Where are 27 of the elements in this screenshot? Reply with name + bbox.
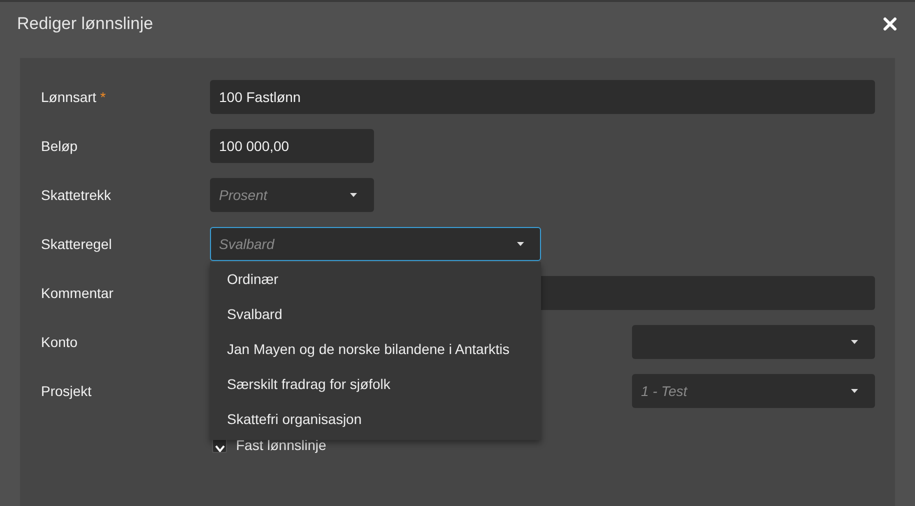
required-mark: * [100, 89, 106, 105]
dropdown-field[interactable] [632, 325, 875, 359]
field-label: Skattetrekk [41, 187, 112, 203]
dropdown-option[interactable]: Ordinær [210, 262, 541, 297]
caret-icon [350, 193, 357, 197]
field-label: Beløp [41, 138, 78, 154]
caret-icon [851, 340, 858, 344]
dialog-title: Rediger lønnslinje [17, 14, 154, 34]
input-field[interactable]: 100 Fastlønn [210, 80, 875, 114]
dropdown-option[interactable]: Skattefri organisasjon [210, 402, 541, 437]
dropdown-option[interactable]: Særskilt fradrag for sjøfolk [210, 367, 541, 402]
dropdown-field[interactable]: 1 - Test [632, 374, 875, 408]
input-field[interactable]: 100 000,00 [210, 129, 374, 163]
field-label: Lønnsart [41, 89, 96, 105]
checkmark-icon [214, 444, 224, 452]
caret-icon [851, 389, 858, 393]
checkbox-label: Fast lønnslinje [236, 437, 326, 453]
field-label: Kommentar [41, 285, 114, 301]
dropdown-field[interactable]: Svalbard [210, 227, 541, 261]
field-label: Konto [41, 334, 78, 350]
field-label: Skatteregel [41, 236, 112, 252]
field-label: Prosjekt [41, 383, 92, 399]
close-icon[interactable] [883, 17, 897, 31]
dropdown-field[interactable]: Prosent [210, 178, 374, 212]
dropdown-option[interactable]: Svalbard [210, 297, 541, 332]
dropdown-option[interactable]: Jan Mayen og de norske bilandene i Antarktis [210, 332, 541, 367]
caret-icon [517, 242, 524, 246]
